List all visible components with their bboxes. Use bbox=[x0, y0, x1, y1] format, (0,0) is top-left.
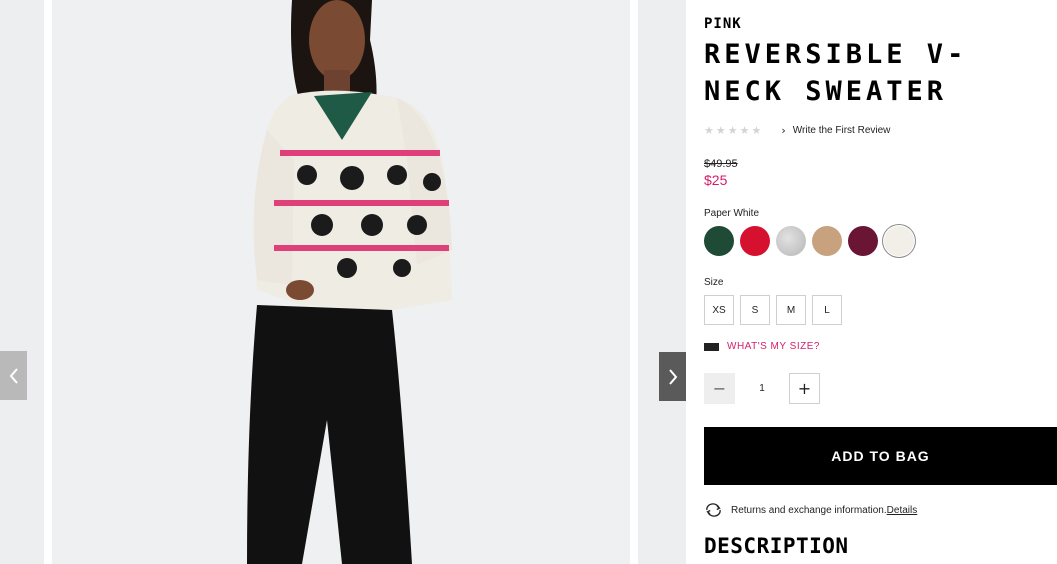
next-image-peek bbox=[638, 0, 686, 564]
returns-text: Returns and exchange information. bbox=[731, 504, 887, 516]
returns-details-link[interactable]: Details bbox=[887, 505, 918, 516]
swatch-camel[interactable] bbox=[812, 226, 842, 256]
chevron-left-icon bbox=[9, 367, 18, 384]
star-icon: ★ bbox=[739, 124, 750, 137]
exchange-icon bbox=[706, 503, 721, 517]
gallery-prev-button[interactable] bbox=[0, 351, 27, 400]
model-photo bbox=[247, 0, 452, 564]
size-options: XS S M L bbox=[704, 295, 842, 325]
star-icon: ★ bbox=[727, 124, 738, 137]
brand-name: PINK bbox=[704, 16, 742, 32]
swatch-green[interactable] bbox=[704, 226, 734, 256]
ruler-icon bbox=[704, 342, 719, 351]
main-product-image bbox=[52, 0, 630, 564]
product-gallery bbox=[0, 0, 686, 564]
size-guide-label: WHAT'S MY SIZE? bbox=[727, 341, 820, 352]
quantity-increase-button[interactable]: + bbox=[789, 373, 820, 404]
original-price: $49.95 bbox=[704, 158, 738, 170]
size-guide-link[interactable]: WHAT'S MY SIZE? bbox=[704, 341, 820, 352]
returns-info: Returns and exchange information. Detail… bbox=[704, 503, 917, 517]
add-to-bag-button[interactable]: ADD TO BAG bbox=[704, 427, 1057, 485]
description-heading: DESCRIPTION bbox=[704, 534, 849, 558]
rating-row: ★ ★ ★ ★ ★ › Write the First Review bbox=[704, 124, 890, 137]
previous-image-peek bbox=[0, 0, 44, 564]
write-review-label: Write the First Review bbox=[792, 125, 891, 136]
product-info: PINK REVERSIBLE V-NECK SWEATER ★ ★ ★ ★ ★… bbox=[704, 0, 1057, 564]
swatch-red[interactable] bbox=[740, 226, 770, 256]
quantity-decrease-button[interactable]: − bbox=[704, 373, 735, 404]
star-icon: ★ bbox=[715, 124, 726, 137]
gallery-next-button[interactable] bbox=[659, 352, 686, 401]
size-s-button[interactable]: S bbox=[740, 295, 770, 325]
color-swatches bbox=[704, 226, 914, 256]
swatch-burgundy[interactable] bbox=[848, 226, 878, 256]
swatch-heather-gray[interactable] bbox=[776, 226, 806, 256]
chevron-right-icon: › bbox=[781, 124, 786, 137]
sale-price: $25 bbox=[704, 172, 728, 188]
star-icon: ★ bbox=[704, 124, 714, 137]
quantity-stepper: − 1 + bbox=[704, 373, 820, 404]
swatch-paper-white[interactable] bbox=[884, 226, 914, 256]
size-xs-button[interactable]: XS bbox=[704, 295, 734, 325]
size-m-button[interactable]: M bbox=[776, 295, 806, 325]
selected-color-name: Paper White bbox=[704, 208, 760, 219]
quantity-value[interactable]: 1 bbox=[735, 383, 789, 394]
write-review-link[interactable]: › Write the First Review bbox=[781, 124, 890, 137]
product-title: REVERSIBLE V-NECK SWEATER bbox=[704, 39, 968, 107]
star-rating: ★ ★ ★ ★ ★ bbox=[704, 124, 761, 137]
star-icon: ★ bbox=[751, 124, 762, 137]
size-label: Size bbox=[704, 277, 724, 288]
chevron-right-icon bbox=[668, 368, 677, 385]
size-l-button[interactable]: L bbox=[812, 295, 842, 325]
